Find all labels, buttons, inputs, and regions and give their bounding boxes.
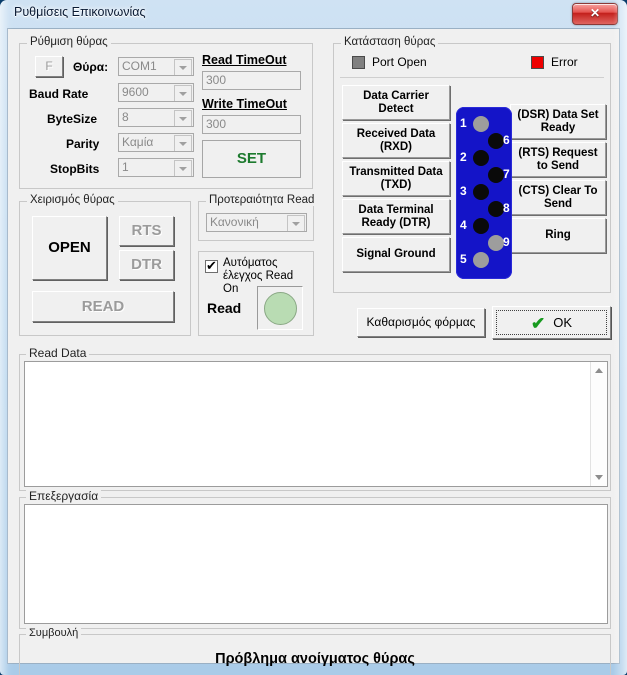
read-priority-caption: Προτεραιότητα Read xyxy=(206,194,318,206)
stopbits-label: StopBits xyxy=(50,162,100,176)
signal-data-terminal-ready[interactable]: Data Terminal Ready (DTR) xyxy=(342,199,450,234)
ok-button[interactable]: ✔ OK xyxy=(492,306,611,339)
port-select[interactable]: COM1 xyxy=(118,57,194,76)
chevron-down-icon[interactable] xyxy=(287,215,305,231)
hint-caption: Συμβουλή xyxy=(26,627,82,639)
port-settings-caption: Ρύθμιση θύρας xyxy=(27,36,111,48)
bytesize-value: 8 xyxy=(122,110,129,124)
stopbits-value: 1 xyxy=(122,160,129,174)
open-button[interactable]: OPEN xyxy=(32,216,107,280)
chevron-down-icon[interactable] xyxy=(174,59,192,75)
read-priority-group: Προτεραιότητα Read Κανονική xyxy=(198,194,318,241)
db9-pin-2[interactable] xyxy=(473,150,489,166)
read-button[interactable]: READ xyxy=(32,291,174,322)
db9-pin-8[interactable] xyxy=(488,201,504,217)
edit-group: Επεξεργασία xyxy=(19,489,611,629)
dtr-button[interactable]: DTR xyxy=(119,250,174,280)
scroll-down-icon[interactable] xyxy=(591,470,607,486)
db9-pin-8-number: 8 xyxy=(503,201,510,215)
scroll-up-icon[interactable] xyxy=(591,362,607,378)
auto-read-group: Αυτόματος έλεγχος Read On Read xyxy=(198,251,314,336)
port-control-caption: Χειρισμός θύρας xyxy=(27,194,118,206)
title-bar: Ρυθμίσεις Επικοινωνίας ✕ xyxy=(0,0,627,28)
bytesize-select[interactable]: 8 xyxy=(118,108,194,127)
read-data-textarea[interactable] xyxy=(24,361,608,487)
read-timeout-label: Read TimeOut xyxy=(202,53,287,67)
stopbits-select[interactable]: 1 xyxy=(118,158,194,177)
auto-read-checkbox[interactable] xyxy=(205,258,218,273)
db9-pin-9[interactable] xyxy=(488,235,504,251)
port-status-caption: Κατάσταση θύρας xyxy=(341,36,439,48)
close-window-button[interactable]: ✕ xyxy=(572,3,618,25)
application-window: Ρυθμίσεις Επικοινωνίας ✕ Ρύθμιση θύρας F… xyxy=(0,0,627,675)
ok-button-label: OK xyxy=(553,315,573,330)
db9-pin-4-number: 4 xyxy=(460,218,467,232)
window-title: Ρυθμίσεις Επικοινωνίας xyxy=(14,5,146,19)
read-data-group: Read Data xyxy=(19,346,611,491)
db9-pin-5[interactable] xyxy=(473,252,489,268)
db9-connector: 1 2 3 4 5 6 7 8 9 xyxy=(456,107,512,279)
port-settings-group: Ρύθμιση θύρας F Θύρα: Baud Rate ByteSize… xyxy=(19,36,313,189)
port-control-group: Χειρισμός θύρας OPEN RTS DTR READ xyxy=(19,194,191,336)
read-indicator-frame xyxy=(257,286,303,330)
db9-pin-6-number: 6 xyxy=(503,133,510,147)
signal-ring[interactable]: Ring xyxy=(510,218,606,253)
read-status-lamp xyxy=(264,292,297,325)
signal-request-to-send[interactable]: (RTS) Request to Send xyxy=(510,142,606,177)
parity-value: Καμία xyxy=(122,135,154,149)
db9-pin-3-number: 3 xyxy=(460,184,467,198)
rts-button[interactable]: RTS xyxy=(119,216,174,246)
signal-clear-to-send[interactable]: (CTS) Clear To Send xyxy=(510,180,606,215)
signal-transmitted-data[interactable]: Transmitted Data (TXD) xyxy=(342,161,450,196)
chevron-down-icon[interactable] xyxy=(174,85,192,101)
signal-signal-ground[interactable]: Signal Ground xyxy=(342,237,450,272)
parity-select[interactable]: Καμία xyxy=(118,133,194,152)
port-label: Θύρα: xyxy=(73,60,109,74)
baud-label: Baud Rate xyxy=(29,87,89,101)
db9-pin-5-number: 5 xyxy=(460,252,467,266)
set-button[interactable]: SET xyxy=(202,140,301,178)
read-data-caption: Read Data xyxy=(26,346,90,360)
clear-form-button[interactable]: Καθαρισμός φόρμας xyxy=(357,308,485,337)
signal-received-data[interactable]: Received Data (RXD) xyxy=(342,123,450,158)
edit-textarea[interactable] xyxy=(24,504,608,624)
edit-caption: Επεξεργασία xyxy=(26,489,102,503)
port-open-label: Port Open xyxy=(372,55,427,69)
db9-pin-7[interactable] xyxy=(488,167,504,183)
f-button[interactable]: F xyxy=(35,56,63,77)
baud-select[interactable]: 9600 xyxy=(118,83,194,102)
db9-pin-3[interactable] xyxy=(473,184,489,200)
read-priority-select[interactable]: Κανονική xyxy=(206,213,307,232)
read-timeout-input[interactable]: 300 xyxy=(202,71,301,90)
read-indicator-label: Read xyxy=(207,300,242,316)
chevron-down-icon[interactable] xyxy=(174,110,192,126)
status-divider xyxy=(340,77,604,78)
baud-value: 9600 xyxy=(122,85,149,99)
db9-pin-4[interactable] xyxy=(473,218,489,234)
read-priority-value: Κανονική xyxy=(210,215,259,229)
client-area: Ρύθμιση θύρας F Θύρα: Baud Rate ByteSize… xyxy=(7,28,620,675)
parity-label: Parity xyxy=(66,137,100,151)
db9-pin-6[interactable] xyxy=(488,133,504,149)
hint-group: Συμβουλή Πρόβλημα ανοίγματος θύρας xyxy=(19,627,611,675)
bytesize-label: ByteSize xyxy=(47,112,98,126)
signal-data-set-ready[interactable]: (DSR) Data Set Ready xyxy=(510,104,606,139)
write-timeout-input[interactable]: 300 xyxy=(202,115,301,134)
hint-message: Πρόβλημα ανοίγματος θύρας xyxy=(215,651,415,667)
chevron-down-icon[interactable] xyxy=(174,135,192,151)
db9-pin-9-number: 9 xyxy=(503,235,510,249)
check-icon: ✔ xyxy=(530,314,546,333)
error-lamp xyxy=(531,56,544,69)
port-open-lamp xyxy=(352,56,365,69)
write-timeout-label: Write TimeOut xyxy=(202,97,287,111)
error-label: Error xyxy=(551,55,578,69)
db9-pin-2-number: 2 xyxy=(460,150,467,164)
signal-data-carrier-detect[interactable]: Data Carrier Detect xyxy=(342,85,450,120)
db9-pin-7-number: 7 xyxy=(503,167,510,181)
port-value: COM1 xyxy=(122,59,157,73)
chevron-down-icon[interactable] xyxy=(174,160,192,176)
db9-pin-1-number: 1 xyxy=(460,116,467,130)
db9-pin-1[interactable] xyxy=(473,116,489,132)
read-data-scrollbar[interactable] xyxy=(590,362,607,486)
